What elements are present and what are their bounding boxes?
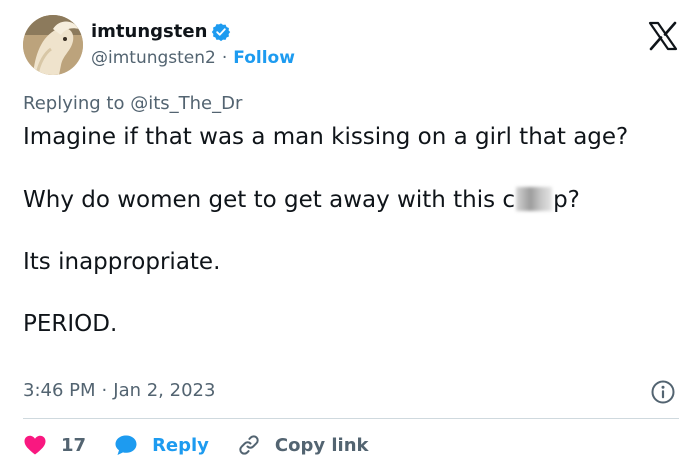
tweet-line-1: Imagine if that was a man kissing on a g…: [23, 124, 629, 150]
tweet-date: Jan 2, 2023: [113, 380, 216, 401]
censored-blur: [516, 187, 553, 211]
tweet-line-3: Its inappropriate.: [23, 249, 221, 275]
reply-button[interactable]: Reply: [114, 433, 209, 457]
tweet-line-2-prefix: Why do women get to get away with this c: [23, 187, 516, 213]
reply-label: Reply: [152, 434, 209, 456]
tweet-line-2: Why do women get to get away with this c…: [23, 184, 663, 217]
heart-icon: [24, 435, 46, 455]
tweet-timestamp[interactable]: 3:46 PM · Jan 2, 2023: [23, 380, 215, 401]
link-icon: [239, 435, 259, 455]
replying-to-label[interactable]: Replying to @its_The_Dr: [23, 93, 242, 114]
handle-separator: ·: [221, 48, 228, 68]
tweet-body: Imagine if that was a man kissing on a g…: [23, 121, 663, 341]
reply-bubble-icon: [115, 435, 137, 455]
tweet-header: imtungsten @imtungsten2 · Follow: [23, 15, 683, 79]
tweet-time: 3:46 PM: [23, 380, 96, 401]
avatar[interactable]: [23, 15, 83, 75]
tweet-line-2-suffix: p?: [553, 187, 580, 213]
action-bar: 17 Reply Copy link: [23, 430, 397, 460]
tweet-line-4: PERIOD.: [23, 311, 118, 337]
like-count: 17: [61, 434, 87, 456]
verified-badge-icon: [211, 22, 231, 42]
divider: [23, 418, 679, 419]
copy-link-button[interactable]: Copy link: [237, 433, 369, 457]
follow-button[interactable]: Follow: [233, 48, 295, 68]
copy-link-label: Copy link: [274, 434, 369, 456]
x-logo-icon[interactable]: [648, 21, 678, 51]
info-icon[interactable]: [650, 379, 676, 405]
author-display-name[interactable]: imtungsten: [91, 21, 207, 42]
author-handle[interactable]: @imtungsten2: [91, 48, 216, 68]
like-button[interactable]: 17: [23, 433, 86, 457]
author-name-row: imtungsten: [91, 21, 231, 42]
timestamp-separator: ·: [101, 380, 108, 401]
author-handle-row: @imtungsten2 · Follow: [91, 48, 295, 68]
